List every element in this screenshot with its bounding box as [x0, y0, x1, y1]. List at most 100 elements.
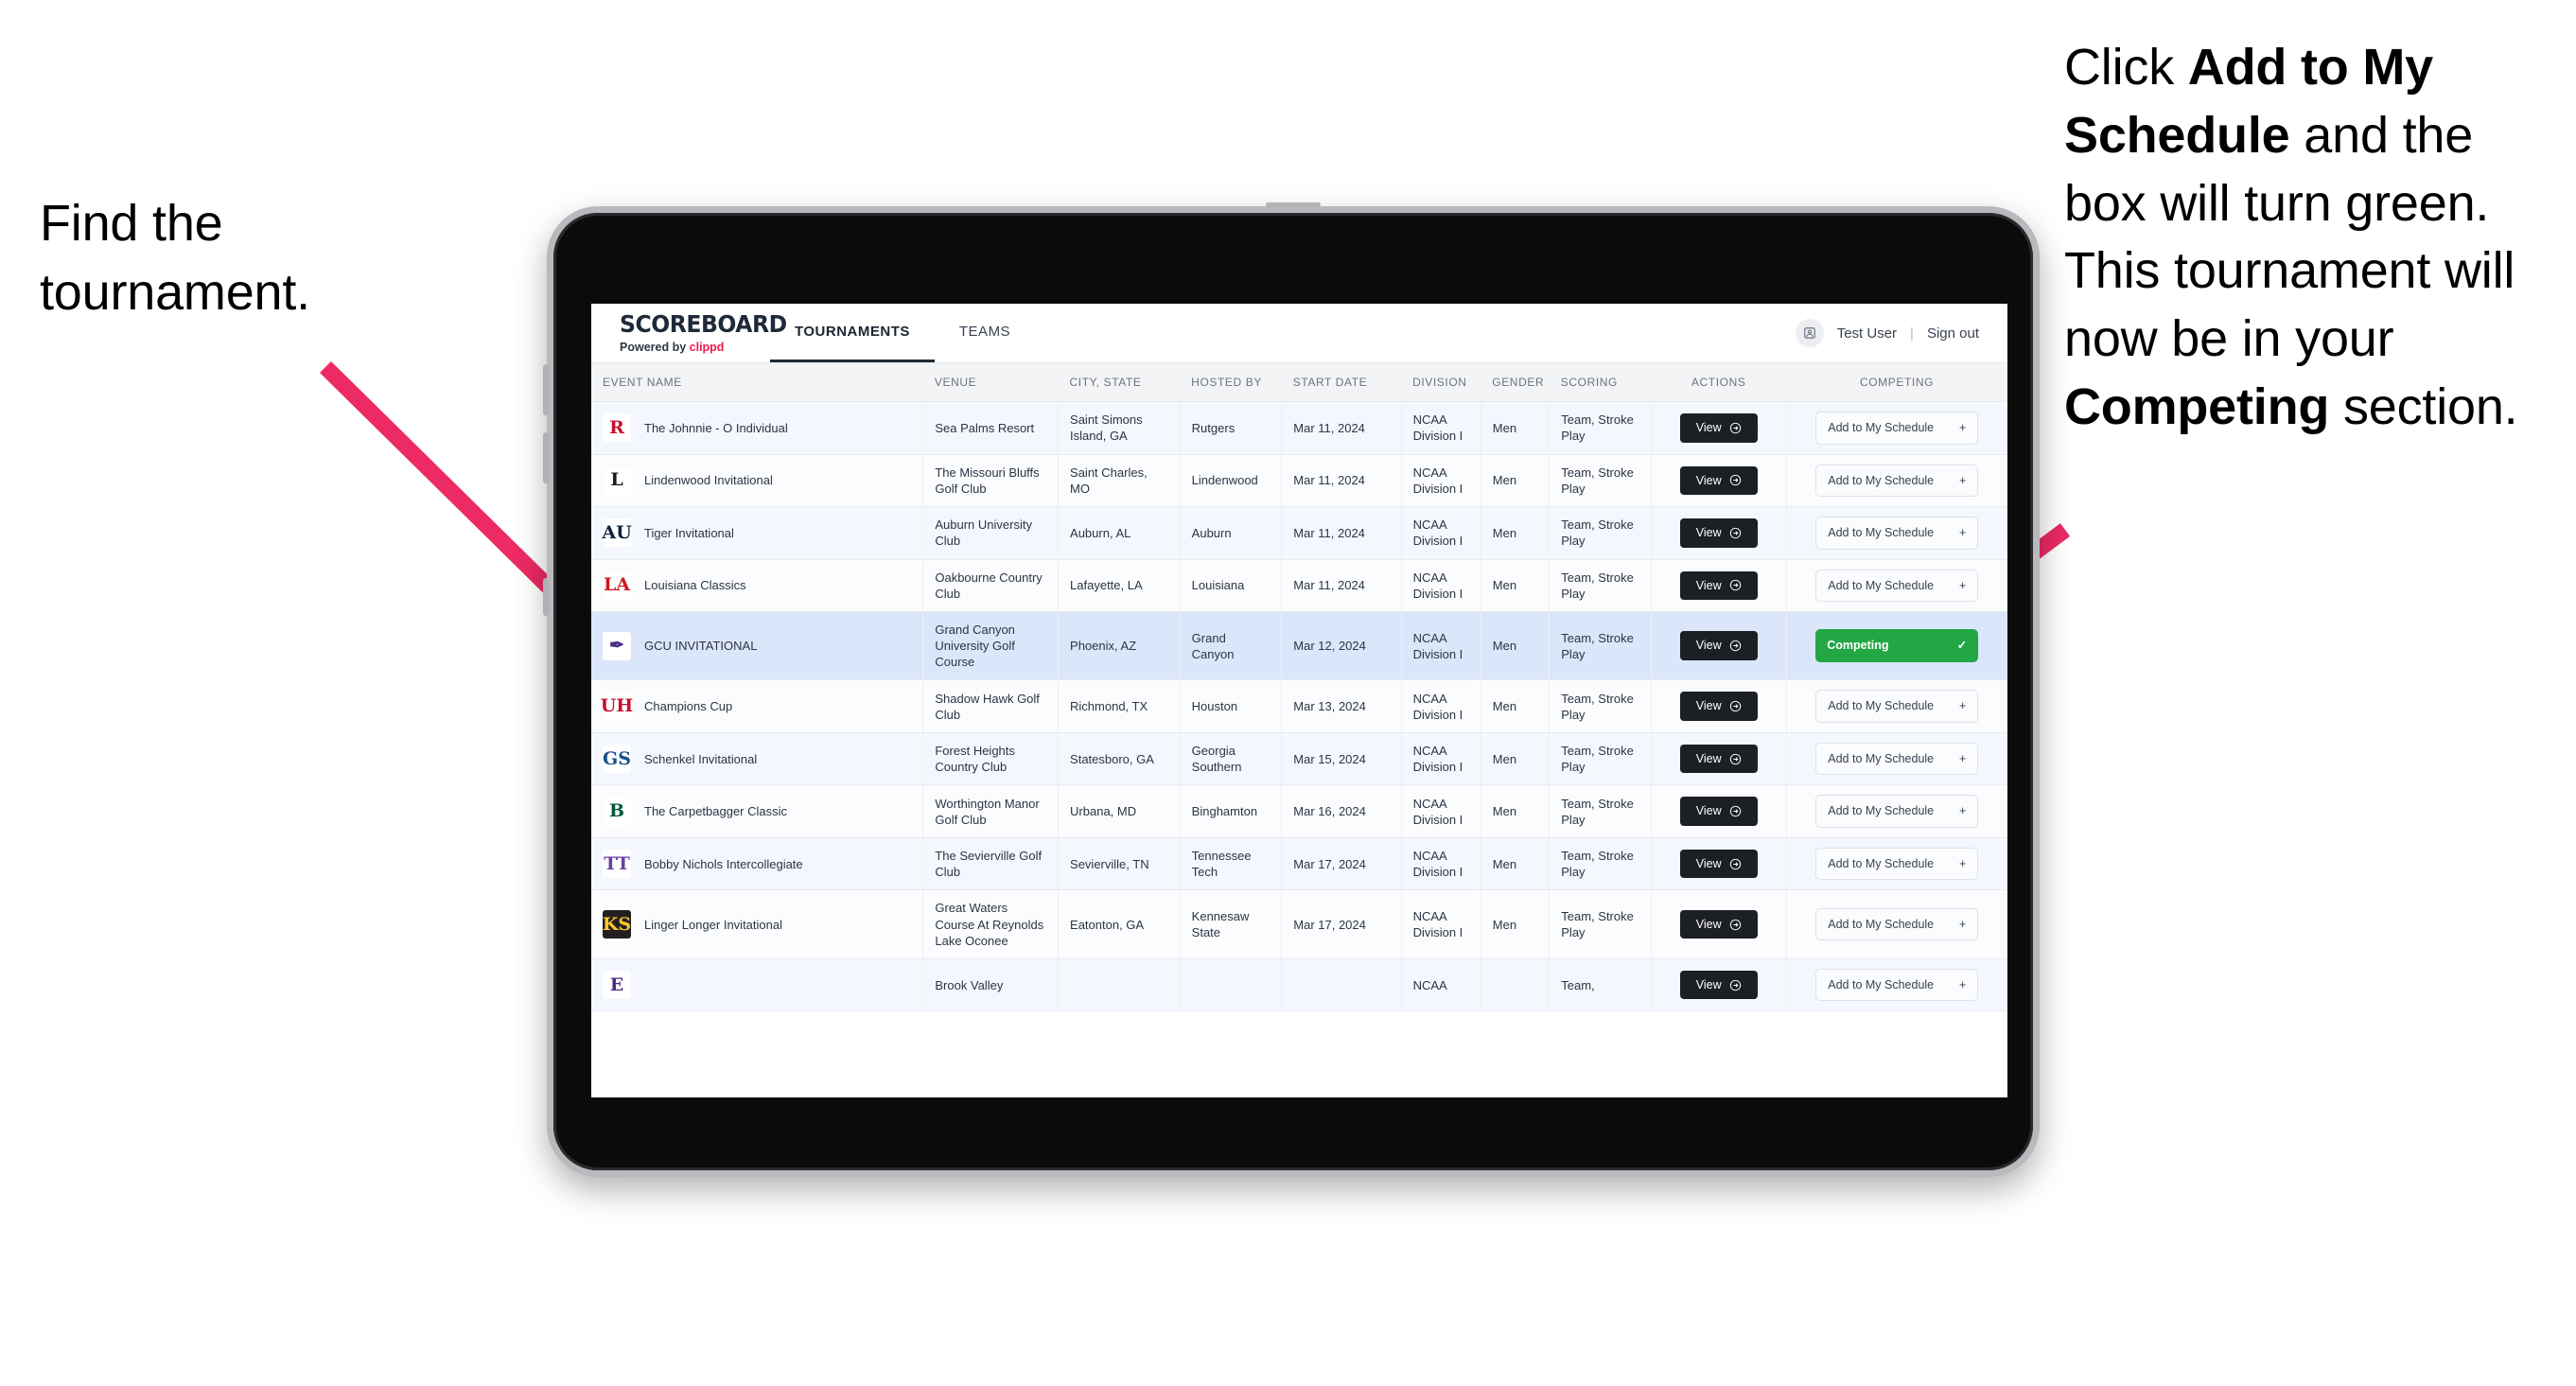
volume-up-button[interactable] [543, 364, 549, 415]
table-row[interactable]: ✒ GCU INVITATIONAL Grand Canyon Universi… [591, 611, 2007, 681]
volume-down-button[interactable] [543, 432, 549, 483]
plus-icon: + [1958, 917, 1967, 931]
cell-venue: Auburn University Club [922, 506, 1060, 560]
table-row[interactable]: LA Louisiana Classics Oakbourne Country … [591, 559, 2007, 612]
tournaments-table-scroll[interactable]: EVENT NAME VENUE CITY, STATE HOSTED BY S… [591, 363, 2007, 1097]
cell-gender: Men [1481, 784, 1551, 838]
col-competing: COMPETING [1786, 363, 2007, 402]
competing-label: Competing [1827, 639, 1889, 653]
view-button[interactable]: View [1679, 970, 1758, 1000]
cell-city-state: Saint Simons Island, GA [1058, 401, 1181, 455]
table-body: R The Johnnie - O Individual Sea Palms R… [591, 401, 2007, 1012]
event-name-text: GCU INVITATIONAL [644, 639, 758, 654]
table-row[interactable]: AU Tiger Invitational Auburn University … [591, 506, 2007, 560]
sign-out-link[interactable]: Sign out [1927, 325, 1979, 342]
cell-actions: View [1651, 506, 1787, 560]
add-to-my-schedule-button[interactable]: Add to My Schedule + [1815, 907, 1979, 941]
cell-venue: The Missouri Bluffs Golf Club [922, 454, 1060, 507]
view-button[interactable]: View [1679, 797, 1758, 826]
cell-event-name: LA Louisiana Classics [591, 559, 924, 612]
view-button[interactable]: View [1679, 570, 1758, 600]
cell-competing: Add to My Schedule + [1786, 559, 2007, 612]
table-row[interactable]: L Lindenwood Invitational The Missouri B… [591, 454, 2007, 507]
cell-division: NCAA Division I [1401, 611, 1481, 681]
cell-actions: View [1651, 889, 1787, 959]
view-button[interactable]: View [1679, 465, 1758, 495]
annotation-right-part3: section. [2329, 378, 2518, 436]
cell-actions: View [1651, 784, 1787, 838]
cell-competing: Add to My Schedule + [1786, 889, 2007, 959]
arrow-circle-right-icon [1729, 701, 1741, 712]
add-label: Add to My Schedule [1828, 804, 1935, 818]
cell-city-state: Sevierville, TN [1058, 837, 1181, 891]
add-label: Add to My Schedule [1828, 917, 1935, 931]
plus-icon: + [1958, 473, 1967, 487]
cell-gender: Men [1481, 611, 1551, 681]
team-logo-icon: L [603, 465, 631, 495]
arrow-circle-right-icon [1729, 475, 1741, 486]
cell-hosted-by [1180, 958, 1283, 1012]
cell-division: NCAA [1401, 958, 1481, 1012]
view-button[interactable]: View [1679, 631, 1758, 660]
view-button[interactable]: View [1679, 518, 1758, 548]
add-to-my-schedule-button[interactable]: Add to My Schedule + [1815, 847, 1979, 881]
competing-button[interactable]: Competing ✓ [1815, 629, 1979, 662]
cell-gender [1481, 958, 1551, 1012]
table-row[interactable]: TT Bobby Nichols Intercollegiate The Sev… [591, 837, 2007, 891]
view-label: View [1695, 804, 1722, 818]
tournaments-table: EVENT NAME VENUE CITY, STATE HOSTED BY S… [591, 363, 2007, 1012]
view-button[interactable]: View [1679, 413, 1758, 443]
add-to-my-schedule-button[interactable]: Add to My Schedule + [1815, 412, 1979, 445]
view-button[interactable]: View [1679, 909, 1758, 939]
cell-scoring: Team, Stroke Play [1549, 401, 1652, 455]
add-to-my-schedule-button[interactable]: Add to My Schedule + [1815, 569, 1979, 602]
view-button[interactable]: View [1679, 849, 1758, 879]
cell-event-name: TT Bobby Nichols Intercollegiate [591, 837, 924, 891]
cell-city-state [1058, 958, 1181, 1012]
arrow-circle-right-icon [1729, 580, 1741, 591]
table-row[interactable]: B The Carpetbagger Classic Worthington M… [591, 784, 2007, 838]
brand-powered-prefix: Powered by [620, 341, 690, 354]
arrow-circle-right-icon [1729, 640, 1741, 652]
cell-event-name: AU Tiger Invitational [591, 506, 924, 560]
view-label: View [1695, 699, 1722, 713]
table-row[interactable]: KS Linger Longer Invitational Great Wate… [591, 889, 2007, 959]
cell-city-state: Saint Charles, MO [1058, 454, 1181, 507]
cell-event-name: KS Linger Longer Invitational [591, 889, 924, 959]
table-row[interactable]: R The Johnnie - O Individual Sea Palms R… [591, 401, 2007, 455]
plus-icon: + [1958, 421, 1967, 434]
col-scoring: SCORING [1549, 363, 1652, 402]
cell-scoring: Team, Stroke Play [1549, 837, 1652, 891]
event-name-text: Lindenwood Invitational [644, 473, 773, 488]
cell-gender: Men [1481, 401, 1551, 455]
page-root: Find the tournament. Click Add to My Sch… [0, 0, 2576, 1386]
add-to-my-schedule-button[interactable]: Add to My Schedule + [1815, 968, 1979, 1002]
add-to-my-schedule-button[interactable]: Add to My Schedule + [1815, 517, 1979, 550]
add-to-my-schedule-button[interactable]: Add to My Schedule + [1815, 690, 1979, 723]
cell-division: NCAA Division I [1401, 732, 1481, 786]
cell-start-date [1281, 958, 1402, 1012]
table-row[interactable]: UH Champions Cup Shadow Hawk Golf Club R… [591, 679, 2007, 733]
add-to-my-schedule-button[interactable]: Add to My Schedule + [1815, 795, 1979, 828]
power-button[interactable] [543, 578, 549, 616]
tab-teams[interactable]: TEAMS [935, 304, 1035, 362]
tab-tournaments[interactable]: TOURNAMENTS [770, 304, 935, 362]
view-button[interactable]: View [1679, 692, 1758, 721]
cell-event-name: ✒ GCU INVITATIONAL [591, 611, 924, 681]
view-button[interactable]: View [1679, 744, 1758, 774]
cell-scoring: Team, Stroke Play [1549, 611, 1652, 681]
user-avatar-icon[interactable] [1795, 319, 1824, 347]
arrow-circle-right-icon [1729, 979, 1741, 991]
view-label: View [1695, 578, 1722, 592]
cell-hosted-by: Rutgers [1180, 401, 1283, 455]
cell-division: NCAA Division I [1401, 401, 1481, 455]
team-logo-icon: TT [603, 850, 631, 879]
table-row[interactable]: E Brook Valley NCAA Team, View Add to My… [591, 958, 2007, 1012]
add-to-my-schedule-button[interactable]: Add to My Schedule + [1815, 742, 1979, 776]
team-logo-icon: E [603, 971, 631, 1000]
cell-venue: The Sevierville Golf Club [922, 837, 1060, 891]
add-to-my-schedule-button[interactable]: Add to My Schedule + [1815, 464, 1979, 497]
plus-icon: + [1958, 699, 1967, 713]
user-menu: Test User | Sign out [1795, 304, 2007, 362]
table-row[interactable]: GS Schenkel Invitational Forest Heights … [591, 732, 2007, 786]
